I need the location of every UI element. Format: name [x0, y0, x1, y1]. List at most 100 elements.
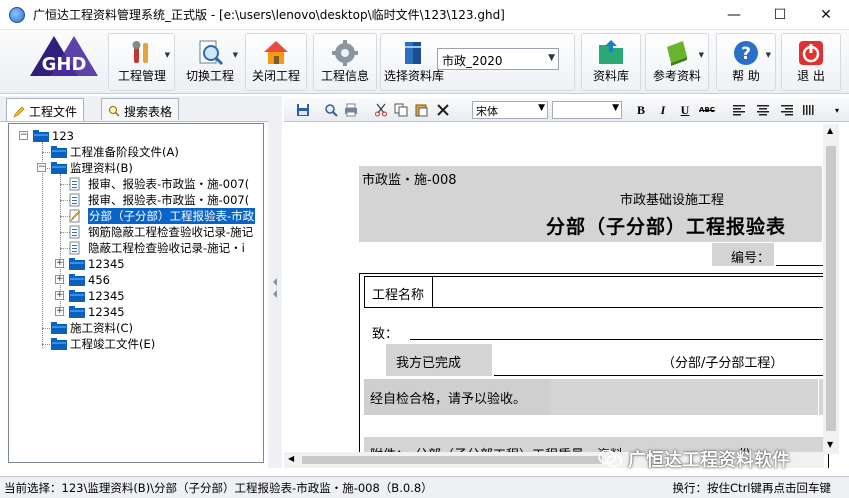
scroll-down-icon[interactable]: ▼ — [827, 440, 833, 449]
collapse-icon[interactable]: − — [37, 163, 46, 172]
align-right-button[interactable] — [778, 101, 796, 119]
tree-folder-item[interactable]: +12345 — [55, 256, 259, 272]
tab-search-forms[interactable]: 搜索表格 — [101, 98, 180, 120]
tree-folder-item[interactable]: +12345 — [55, 304, 259, 320]
reference-button[interactable]: ▼ 参考资料 — [646, 34, 708, 88]
scroll-up-icon[interactable]: ▲ — [827, 126, 833, 135]
tree-document-item[interactable]: 报审、报验表-市政监・施-007( — [55, 192, 259, 208]
align-center-icon — [757, 105, 769, 116]
form-subtitle: 市政基础设施工程 — [620, 193, 725, 208]
tab-project-files[interactable]: 工程文件 — [6, 98, 85, 121]
exit-button[interactable]: 退 出 — [782, 34, 840, 88]
power-icon — [799, 41, 823, 65]
tree-item-label: 456 — [88, 273, 110, 287]
scroll-left-icon[interactable]: ◀ — [288, 454, 294, 463]
project-name-label: 工程名称 — [372, 288, 425, 303]
tree-item-label: 钢筋隐蔽工程检查验收记录-施记 — [88, 225, 254, 239]
collapse-icon[interactable]: − — [19, 131, 28, 140]
tree-item-label: 施工资料(C) — [70, 321, 134, 335]
close-project-button[interactable]: 关闭工程 — [246, 34, 306, 88]
folder-icon — [51, 338, 67, 350]
project-info-button[interactable]: 工程信息 — [314, 34, 376, 88]
cut-button[interactable] — [372, 101, 390, 119]
left-tab-strip: 工程文件 搜索表格 — [0, 96, 268, 122]
status-current-path: 当前选择：123\监理资料(B)\分部（子分部）工程报验表-市政监・施-008（… — [4, 481, 433, 495]
project-mgmt-button[interactable]: ▼ 工程管理 — [110, 34, 174, 88]
copy-button[interactable] — [392, 101, 410, 119]
align-left-button[interactable] — [730, 101, 748, 119]
print-button[interactable] — [342, 101, 360, 119]
expand-icon[interactable]: + — [55, 291, 64, 300]
toolbar-overflow-button[interactable]: ▾ — [828, 101, 846, 119]
expand-icon[interactable]: + — [55, 259, 64, 268]
title-bar: 广恒达工程资料管理系统_正式版 - [e:\users\lenovo\deskt… — [0, 0, 849, 30]
align-center-button[interactable] — [754, 101, 772, 119]
vertical-scrollbar[interactable]: ▲ ▼ — [823, 124, 839, 454]
copy-icon — [394, 103, 408, 117]
recipient-field[interactable] — [410, 312, 824, 340]
tree-item-label: 分部（子分部）工程报验表-市政 — [88, 208, 256, 224]
form-title: 分部（子分部）工程报验表 — [546, 216, 787, 238]
tree-document-item[interactable]: 分部（子分部）工程报验表-市政 — [55, 208, 259, 224]
save-button[interactable] — [294, 101, 312, 119]
column-width-button[interactable] — [800, 101, 818, 119]
edit-document-icon — [69, 209, 81, 223]
delete-button[interactable] — [434, 101, 452, 119]
tree-folder-item[interactable]: − 监理资料(B) — [37, 160, 259, 176]
tree-folder-item[interactable]: − 123 — [19, 128, 259, 144]
tree-item-label: 12345 — [88, 257, 125, 271]
completed-label: 我方已完成 — [396, 356, 462, 371]
bold-button[interactable]: B — [632, 101, 650, 119]
vertical-scroll-thumb[interactable] — [826, 146, 836, 431]
to-label: 致： — [372, 327, 399, 342]
tree-item-label: 监理资料(B) — [70, 161, 133, 175]
main-toolbar: GHD ▼ 工程管理 ▼ 切换工程 关闭工程 工程信息 选择资料库 市政_202… — [0, 30, 849, 94]
chevron-down-icon: ▼ — [612, 103, 619, 113]
report-form-table: 工程名称 致： 我方已完成 （分部/子分部工程） 经自检合格，请予以验收。 附件… — [359, 273, 829, 468]
close-window-button[interactable]: ✕ — [803, 0, 849, 30]
tree-item-label: 12345 — [88, 289, 125, 303]
number-label: 编号： — [731, 251, 771, 266]
document-icon — [69, 193, 80, 207]
underline-button[interactable]: U — [676, 101, 694, 119]
tree-document-item[interactable]: 隐蔽工程检查验收记录-施记・i — [55, 240, 259, 256]
italic-button[interactable]: I — [654, 101, 672, 119]
search-icon — [109, 106, 120, 117]
wechat-icon — [598, 449, 622, 468]
tree-document-item[interactable]: 报审、报验表-市政监・施-007( — [55, 176, 259, 192]
tree-item-label: 报审、报验表-市政监・施-007( — [88, 193, 250, 207]
help-button[interactable]: ? ▼ 帮 助 — [717, 34, 775, 88]
switch-project-button[interactable]: ▼ 切换工程 — [178, 34, 242, 88]
app-icon — [9, 6, 25, 23]
tree-document-item[interactable]: 钢筋隐蔽工程检查验收记录-施记 — [55, 224, 259, 240]
inspect-text: 经自检合格，请予以验收。 — [370, 392, 527, 407]
panel-splitter[interactable] — [268, 96, 282, 468]
paste-button[interactable] — [412, 101, 430, 119]
tree-folder-item[interactable]: 工程准备阶段文件(A) — [37, 144, 259, 160]
expand-icon[interactable]: + — [55, 275, 64, 284]
document-icon — [69, 241, 80, 255]
tree-folder-item[interactable]: 工程竣工文件(E) — [37, 336, 259, 352]
document-icon — [69, 225, 80, 239]
editor-toolbar: 宋体 ▼ ▼ B I U ABC ▾ — [284, 98, 849, 122]
chevron-down-icon: ▼ — [538, 103, 545, 113]
minimize-button[interactable]: — — [711, 0, 757, 30]
horizontal-scroll-thumb[interactable] — [302, 456, 602, 464]
strikethrough-button[interactable]: ABC — [698, 101, 716, 119]
font-family-select[interactable]: 宋体 ▼ — [472, 101, 548, 119]
library-button[interactable]: 资料库 — [582, 34, 640, 88]
maximize-button[interactable]: ☐ — [757, 0, 803, 30]
preview-button[interactable] — [322, 101, 340, 119]
project-name-field[interactable] — [434, 278, 820, 306]
tree-item-label: 隐蔽工程检查验收记录-施记・i — [88, 241, 245, 255]
tree-folder-item[interactable]: +456 — [55, 272, 259, 288]
svg-text:GHD: GHD — [42, 54, 87, 75]
status-bar: 当前选择：123\监理资料(B)\分部（子分部）工程报验表-市政监・施-008（… — [0, 476, 849, 498]
tree-folder-item[interactable]: 施工资料(C) — [37, 320, 259, 336]
align-right-icon — [781, 105, 793, 116]
font-size-select[interactable]: ▼ — [552, 101, 622, 119]
expand-icon[interactable]: + — [55, 307, 64, 316]
form-code: 市政监・施-008 — [362, 173, 457, 188]
tree-folder-item[interactable]: +12345 — [55, 288, 259, 304]
library-dropdown[interactable]: 市政_2020 ▼ — [437, 48, 559, 70]
